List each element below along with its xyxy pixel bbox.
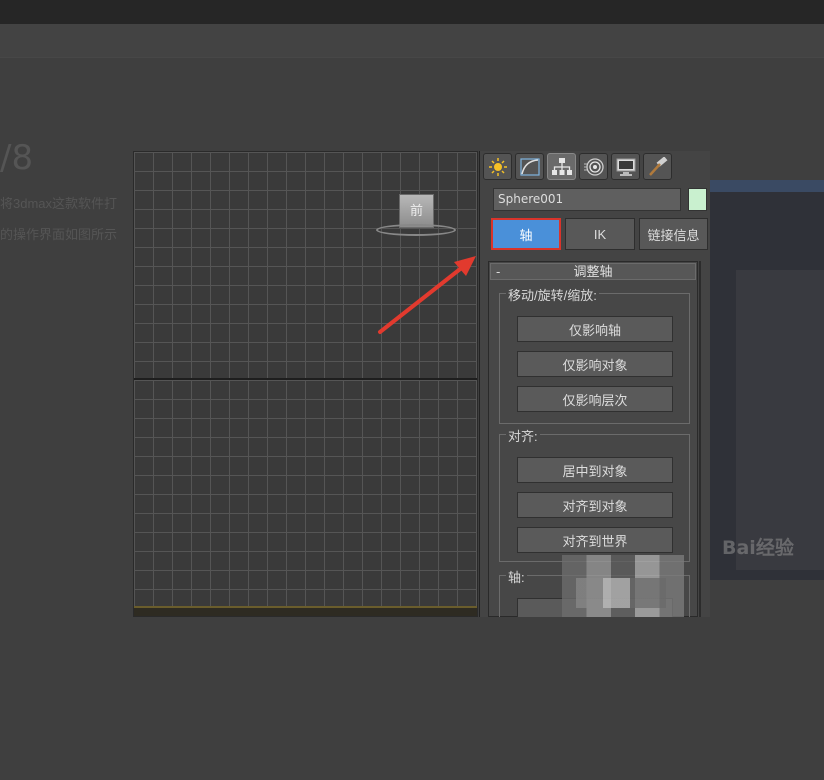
motion-tab[interactable] <box>579 153 608 180</box>
hierarchy-icon <box>551 157 572 175</box>
create-tab[interactable] <box>483 153 512 180</box>
motion-icon <box>583 157 604 176</box>
red-pointer-arrow-icon <box>378 256 476 334</box>
affect-pivot-only-button[interactable]: 仅影响轴 <box>517 316 673 342</box>
adjust-pivot-rollout-header[interactable]: - 调整轴 <box>490 263 696 280</box>
viewcube[interactable]: 前 <box>399 194 434 228</box>
top-title-bar <box>0 0 824 24</box>
rollout-scrollbar[interactable] <box>699 261 701 617</box>
background-titlebar <box>706 180 824 192</box>
ik-subtab-button[interactable]: IK <box>565 218 635 250</box>
watermark-logo: Bai经验 <box>722 537 794 559</box>
utilities-tab[interactable] <box>643 153 672 180</box>
background-step-heading: /8 <box>0 138 34 178</box>
object-name-field[interactable]: Sphere001 <box>493 188 681 211</box>
collapse-icon: - <box>496 264 501 279</box>
center-to-object-button[interactable]: 居中到对象 <box>517 457 673 483</box>
rollout-title: 调整轴 <box>573 264 613 279</box>
background-text-line-1: 将3dmax这款软件打 <box>0 196 118 211</box>
command-panel: Sphere001 轴 IK 链接信息 - 调整轴 移动/旋转/缩放: 仅影响轴… <box>479 151 710 617</box>
background-text-line-2: 的操作界面如图所示 <box>0 227 118 242</box>
pivot-subtab-button[interactable]: 轴 <box>491 218 561 250</box>
modify-tab[interactable] <box>515 153 544 180</box>
axis-group-label: 轴: <box>506 567 527 586</box>
affect-object-only-button[interactable]: 仅影响对象 <box>517 351 673 377</box>
affect-hierarchy-only-button[interactable]: 仅影响层次 <box>517 386 673 412</box>
display-tab[interactable] <box>611 153 640 180</box>
viewcube-compass-ring[interactable] <box>376 224 456 236</box>
align-group: 对齐: 居中到对象 对齐到对象 对齐到世界 <box>499 426 690 562</box>
viewport-timeline-strip <box>134 606 477 616</box>
curve-icon <box>519 157 540 176</box>
viewport-horizon-line <box>134 378 477 380</box>
sub-header-bar <box>0 24 824 58</box>
pixelated-mosaic-inner <box>576 578 666 608</box>
align-to-world-button[interactable]: 对齐到世界 <box>517 527 673 553</box>
move-group-label: 移动/旋转/缩放: <box>506 285 599 304</box>
align-group-label: 对齐: <box>506 426 540 445</box>
hierarchy-tab[interactable] <box>547 153 576 180</box>
move-rotate-scale-group: 移动/旋转/缩放: 仅影响轴 仅影响对象 仅影响层次 <box>499 285 690 424</box>
align-to-object-button[interactable]: 对齐到对象 <box>517 492 673 518</box>
sun-icon <box>488 157 507 176</box>
monitor-icon <box>616 158 635 176</box>
link-info-subtab-button[interactable]: 链接信息 <box>639 218 708 250</box>
hammer-icon <box>648 156 667 176</box>
background-panel <box>736 270 824 570</box>
object-color-swatch[interactable] <box>688 188 707 211</box>
background-screenshot-fragment <box>706 180 824 580</box>
